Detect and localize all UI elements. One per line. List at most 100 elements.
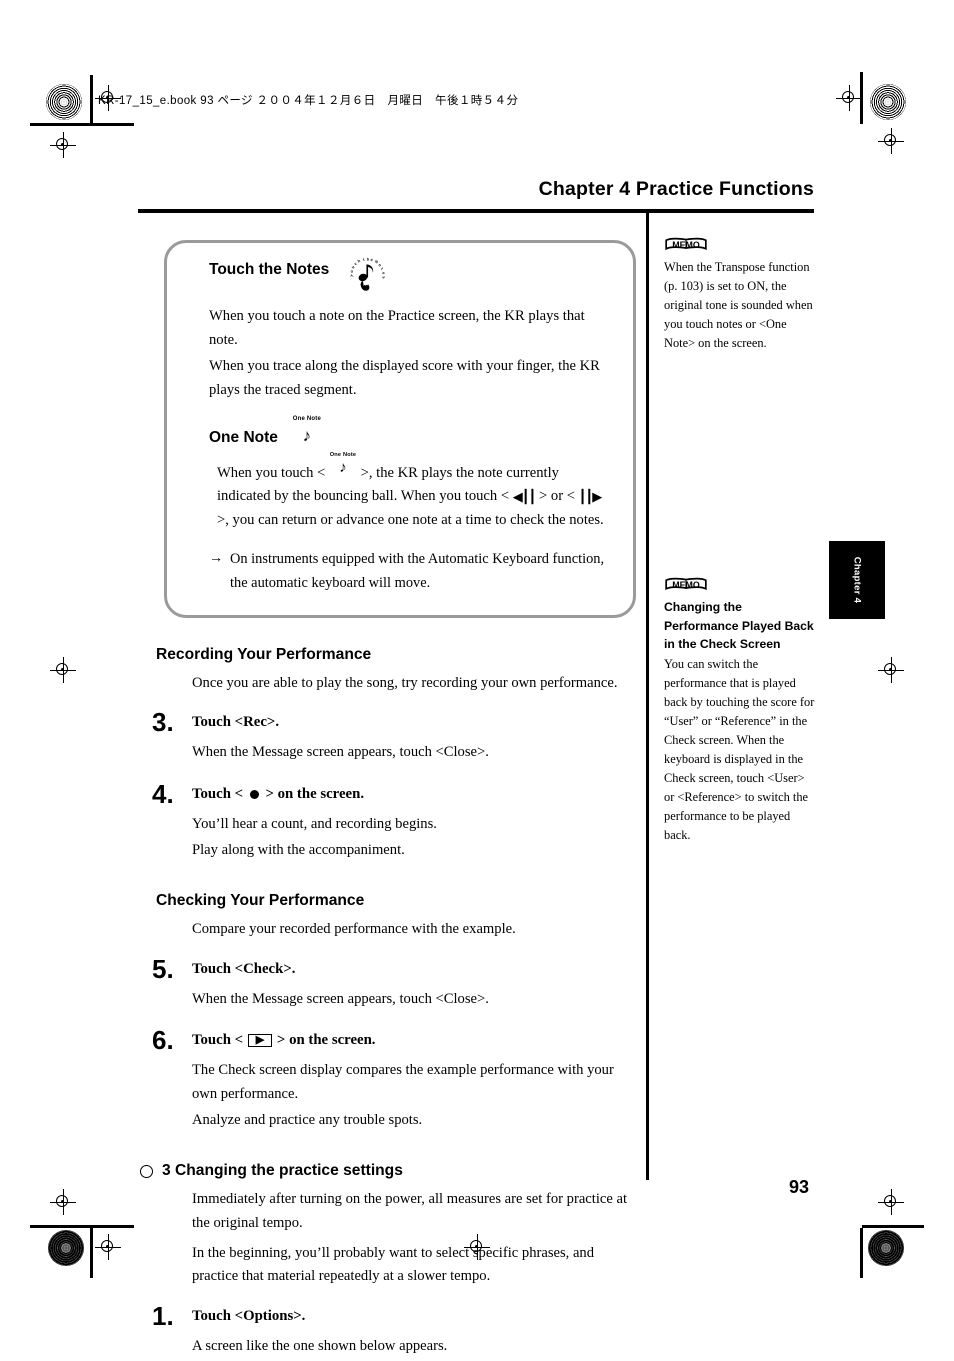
step-3-line-1: When the Message screen appears, touch <… [192,744,489,761]
memo-icon: MEMO [664,237,708,257]
chapter-thumb-tab-label: Chapter 4 [851,556,863,604]
step-6-title: Touch < ▶ > on the screen. [192,1032,638,1049]
step-5: 5. Touch <Check>. When the Message scree… [138,956,638,1014]
step-4-line-2: Play along with the accompaniment. [192,841,405,858]
one-note-button-caption: One Note [292,415,322,422]
header-rule [138,209,814,213]
step-5-number: 5. [152,953,174,984]
callout-title: Touch the Notes [209,261,330,278]
step-4-title-prefix: Touch < [192,785,247,802]
prev-note-icon: ◀┃┃ [512,489,537,505]
registration-mark-bottom-right [878,1189,904,1215]
svg-text:N: N [375,259,380,265]
trim-line-bottom-left-horizontal [30,1225,134,1228]
step-6-number: 6. [152,1025,174,1056]
column-divider [646,213,649,1180]
step-1-body: Touch <Options>. A screen like the one s… [192,1303,638,1361]
callout-paragraph-1: When you touch a note on the Practice sc… [209,308,585,348]
step-4-title: Touch < > on the screen. [192,786,638,803]
halftone-circle-bottom-left [48,1230,84,1266]
svg-text:MEMO: MEMO [672,240,700,250]
step-3-number: 3. [152,707,174,738]
memo-2-text: You can switch the performance that is p… [664,656,815,843]
step-3-body: Touch <Rec>. When the Message screen app… [192,709,638,767]
one-note-button-icon: One Note ♪ [292,416,322,451]
next-note-icon: ┃┃▶ [578,489,603,505]
touch-the-notes-callout: Touch the Notes T o u c h t h e N o t e … [164,240,636,618]
play-button-icon: ▶ [247,1034,273,1048]
trim-line-top-left-horizontal [30,123,134,126]
trim-line-bottom-left-vertical [90,1228,93,1278]
memo-sidebar: MEMO When the Transpose function (p. 103… [664,236,816,842]
halftone-circle-top-left [46,84,82,120]
page-number: 93 [789,1177,810,1197]
step-5-title: Touch <Check>. [192,960,296,977]
eighth-note-inline-icon: ♪ [339,459,347,476]
registration-mark-mid-left [50,657,76,683]
svg-text:e: e [370,257,374,262]
one-note-body-part-3: > or < [535,488,579,505]
halftone-circle-bottom-right [868,1230,904,1266]
svg-text:h: h [367,257,370,262]
svg-text:s: s [382,275,388,279]
memo-block-2: MEMO Changing the Performance Played Bac… [664,576,816,846]
touch-the-notes-badge-icon: T o u c h t h e N o t e s [345,255,387,293]
step-1-number: 1. [152,1300,174,1331]
step-5-body: Touch <Check>. When the Message screen a… [192,956,638,1014]
eighth-note-icon: ♪ [302,425,312,445]
step-4-number: 4. [152,778,174,809]
one-note-subheading-row: One Note One Note ♪ [209,416,613,451]
print-file-info: KR-17_15_e.book 93 ページ ２００４年１２月６日 月曜日 午後… [98,95,519,107]
step-3-title: Touch <Rec>. [192,714,280,731]
memo-icon: MEMO [664,577,708,597]
one-note-body: When you touch < One Note ♪ >, the KR pla… [217,452,613,533]
registration-mark-mid-right [878,657,904,683]
step-6: 6. Touch < ▶ > on the screen. The Check … [138,1027,638,1134]
svg-text:t: t [380,266,385,271]
one-note-body-part-1: When you touch < [217,464,329,481]
step-4-title-suffix: > on the screen. [261,785,365,802]
svg-text:h: h [357,258,362,264]
step-6-body: Touch < ▶ > on the screen. The Check scr… [192,1027,638,1134]
step-6-line-2: Analyze and practice any trouble spots. [192,1111,423,1128]
step-1-title: Touch <Options>. [192,1307,306,1324]
step-6-title-prefix: Touch < [192,1032,247,1049]
arrow-right-icon: → [209,551,223,567]
section-heading-checking: Checking Your Performance [156,892,365,910]
one-note-subheading: One Note [209,428,278,446]
trim-line-bottom-right-horizontal [862,1225,924,1228]
memo-block-1: MEMO When the Transpose function (p. 103… [664,236,816,353]
memo-1-text: When the Transpose function (p. 103) is … [664,260,813,351]
circle-bullet-icon [140,1164,153,1178]
step-3: 3. Touch <Rec>. When the Message screen … [138,709,638,767]
section-heading-recording: Recording Your Performance [156,645,372,663]
step-1-line-1: A screen like the one shown below appear… [192,1337,448,1354]
one-note-body-part-4: >, you can return or advance one note at… [217,511,604,528]
step-4-body: Touch < > on the screen. You’ll hear a c… [192,781,638,864]
step-5-line-1: When the Message screen appears, touch <… [192,990,489,1007]
trim-line-bottom-right-vertical [860,1228,863,1278]
one-note-inline-icon: One Note ♪ [329,452,357,481]
callout-title-row: Touch the Notes T o u c h t h e N o t e … [209,257,613,293]
svg-text:MEMO: MEMO [672,580,700,590]
memo-2-title: Changing the Performance Played Back in … [664,600,814,652]
one-note-inline-caption: One Note [329,451,357,458]
page-title: Chapter 4 Practice Functions [538,178,814,200]
checking-intro: Compare your recorded performance with t… [192,921,516,938]
callout-paragraph-2: When you trace along the displayed score… [209,358,600,398]
practice-settings-intro-1: Immediately after turning on the power, … [192,1191,628,1231]
registration-mark-top-left [50,132,76,158]
trim-line-top-left-vertical [90,75,93,123]
callout-arrow-note-text: On instruments equipped with the Automat… [230,551,605,591]
step-1: 1. Touch <Options>. A screen like the on… [138,1303,638,1361]
svg-text:t: t [363,257,366,262]
step-4: 4. Touch < > on the screen. You’ll hear … [138,781,638,864]
practice-settings-intro-2: In the beginning, you’ll probably want t… [192,1244,595,1285]
record-button-icon [249,789,259,799]
section-heading-practice-settings: 3 Changing the practice settings [140,1162,638,1180]
step-4-line-1: You’ll hear a count, and recording begin… [192,815,437,832]
callout-arrow-note: → On instruments equipped with the Autom… [209,548,613,594]
registration-mark-bottom-left [50,1189,76,1215]
registration-mark-top-right [878,128,904,154]
step-6-line-1: The Check screen display compares the ex… [192,1062,614,1103]
